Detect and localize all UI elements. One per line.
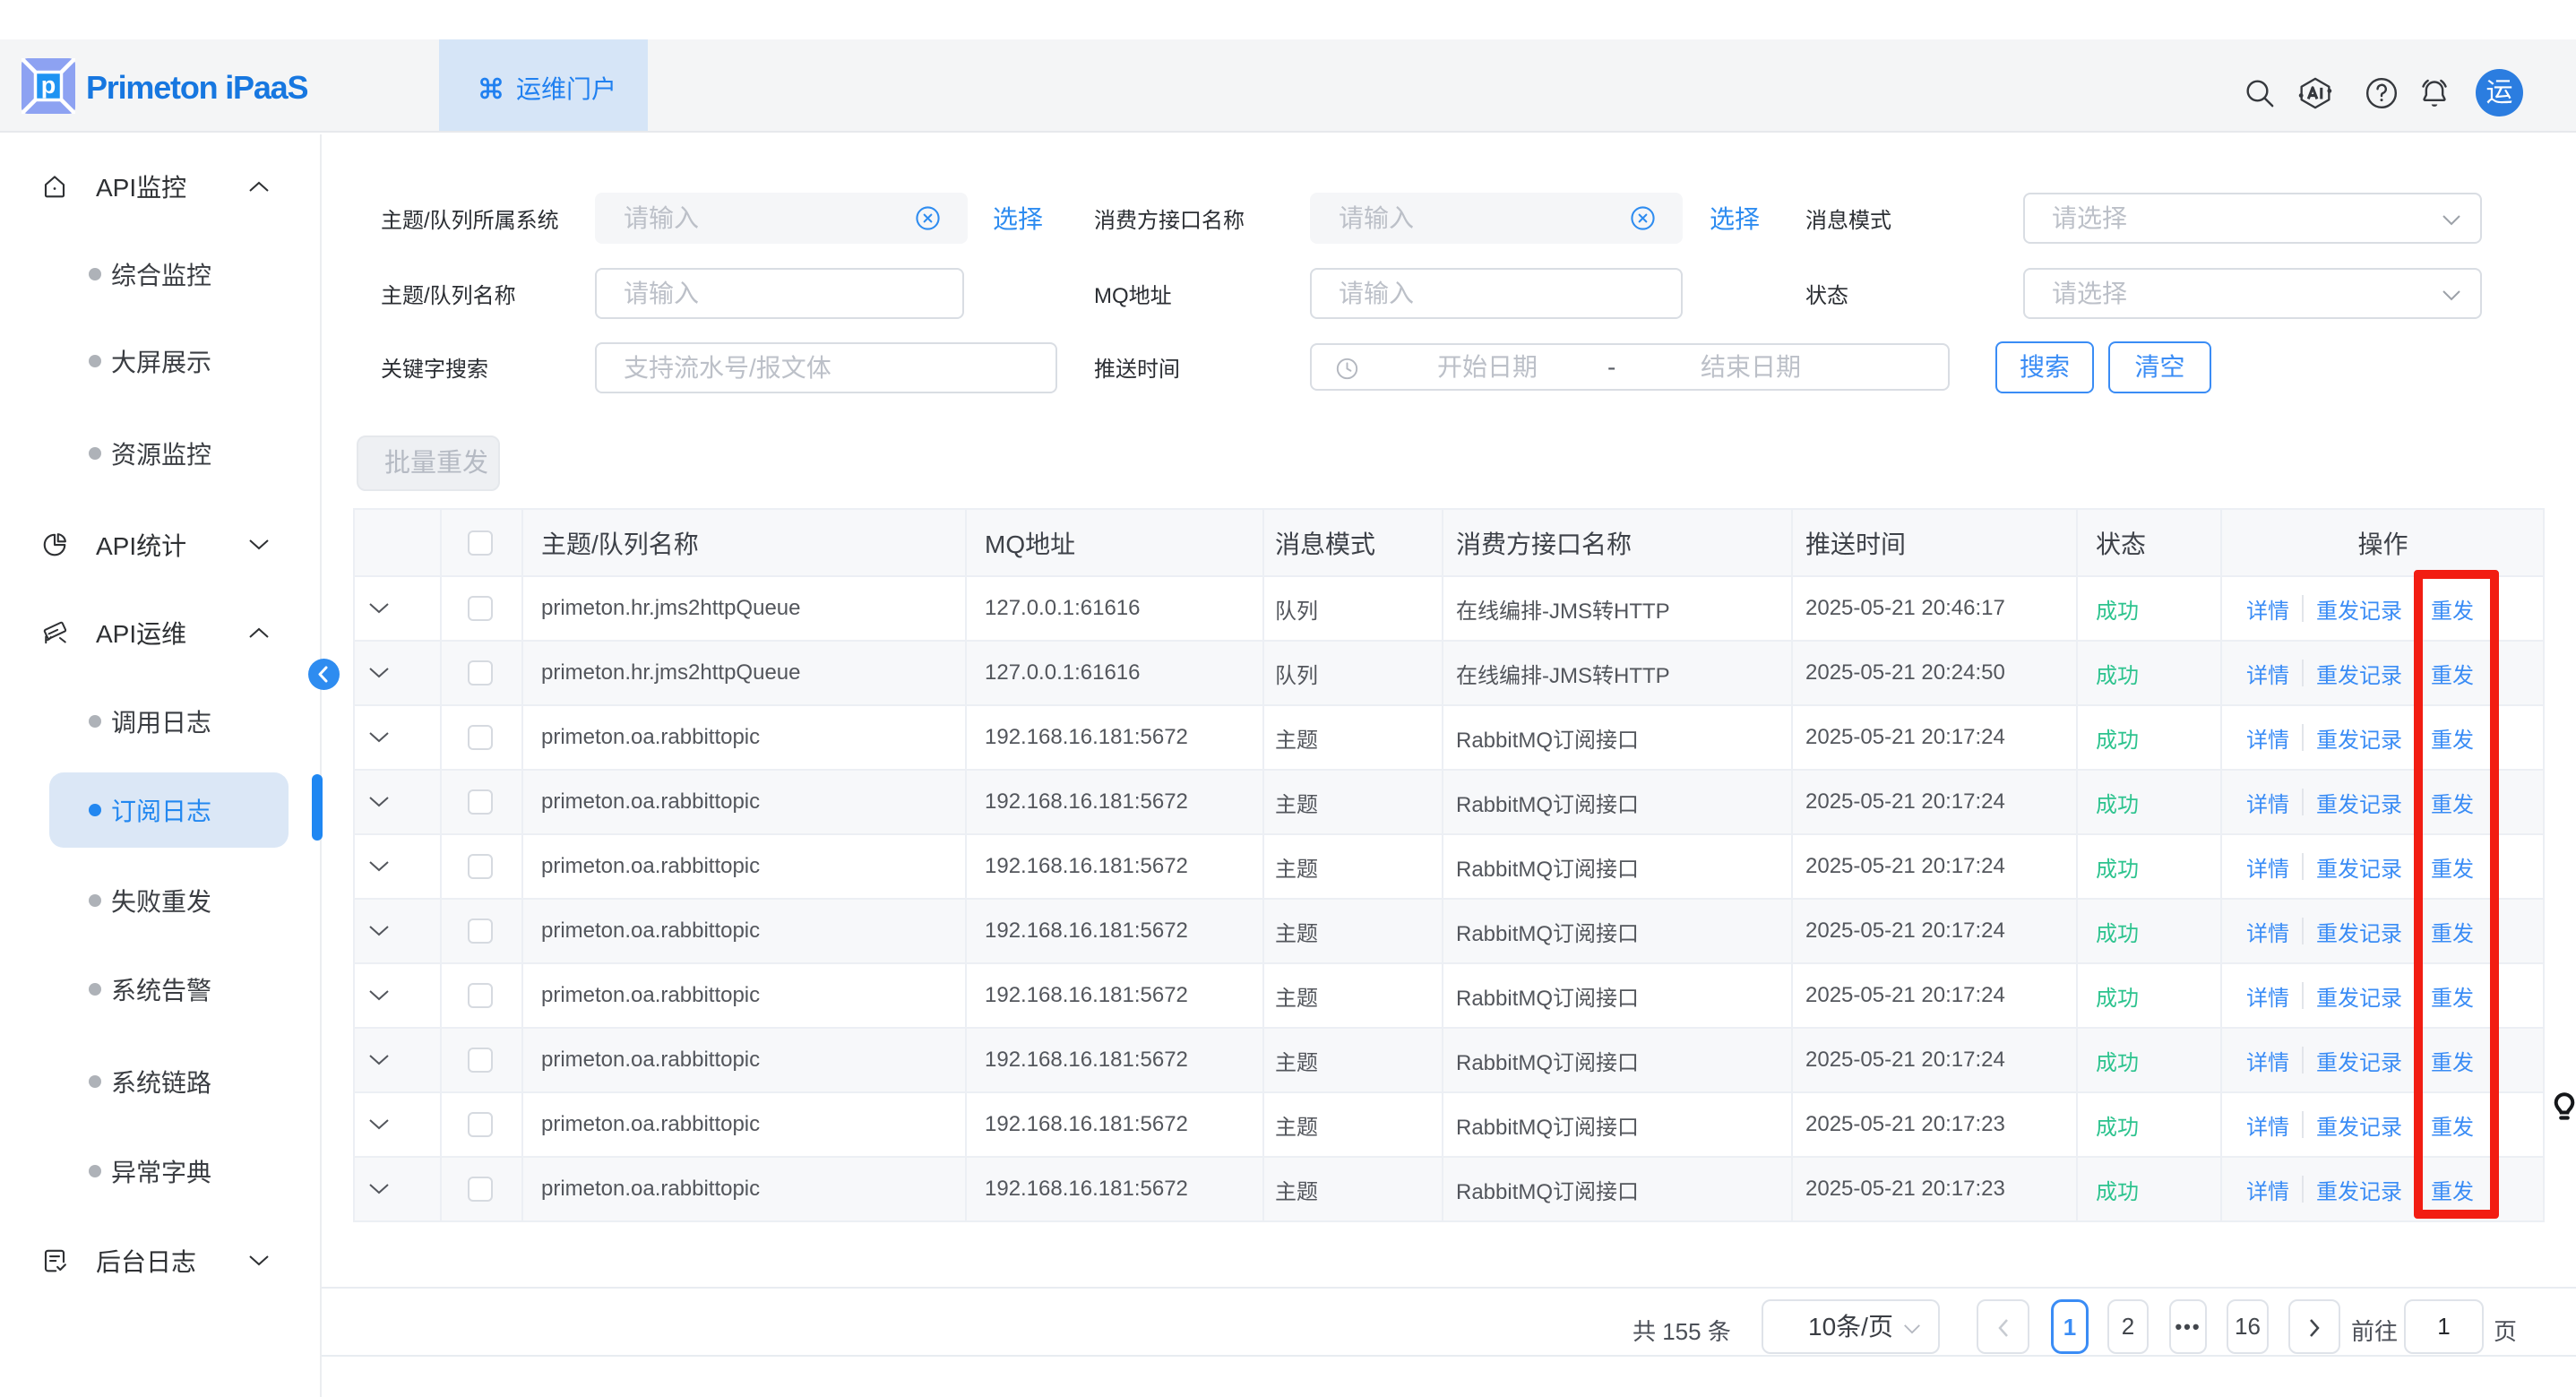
svg-text:p: p: [41, 72, 56, 99]
